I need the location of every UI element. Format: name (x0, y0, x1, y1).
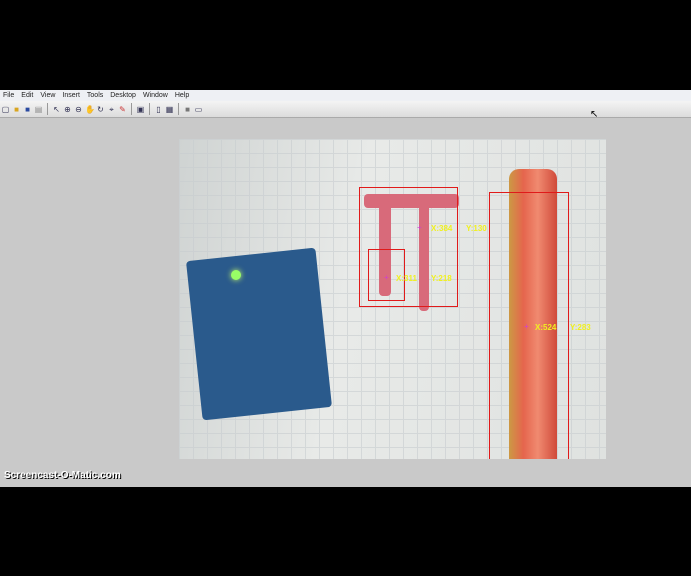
divider (131, 103, 132, 115)
print-icon[interactable]: ▤ (34, 105, 43, 114)
zoom-out-icon[interactable]: ⊖ (74, 105, 83, 114)
menu-insert[interactable]: Insert (59, 90, 84, 101)
rotate-icon[interactable]: ↻ (96, 105, 105, 114)
camera-frame: + X:384 Y:130 + X:311 Y:218 + X:524 Y:28… (179, 139, 606, 459)
x-coordinate: X:384 (431, 224, 453, 233)
menu-help[interactable]: Help (172, 90, 193, 101)
centroid-marker: + (524, 322, 529, 331)
hide-plot-tools-icon[interactable]: ■ (183, 105, 192, 114)
menu-bar: File Edit View Insert Tools Desktop Wind… (0, 90, 691, 101)
pointer-icon[interactable]: ↖ (52, 105, 61, 114)
x-coordinate: X:524 (535, 323, 557, 332)
y-coordinate: Y:283 (570, 323, 591, 332)
watermark: Screencast-O-Matic.com (4, 470, 121, 481)
open-icon[interactable]: ■ (12, 105, 21, 114)
x-coordinate: X:311 (396, 274, 417, 283)
save-icon[interactable]: ■ (23, 105, 32, 114)
brush-icon[interactable]: ✎ (118, 105, 127, 114)
new-icon[interactable]: ▢ (1, 105, 10, 114)
y-coordinate: Y:218 (431, 274, 452, 283)
menu-desktop[interactable]: Desktop (107, 90, 140, 101)
menu-file[interactable]: File (0, 90, 18, 101)
pan-icon[interactable]: ✋ (85, 105, 95, 114)
mouse-cursor-icon: ↖ (590, 109, 599, 120)
y-coordinate: Y:130 (466, 224, 487, 233)
arduino-board (185, 247, 333, 421)
toolbar: ▢ ■ ■ ▤ ↖ ⊕ ⊖ ✋ ↻ ⌖ ✎ ▣ ▯ ▦ ■ ▭ (0, 101, 691, 118)
menu-window[interactable]: Window (140, 90, 172, 101)
divider (149, 103, 150, 115)
divider (47, 103, 48, 115)
centroid-marker: + (417, 223, 422, 232)
link-plot-icon[interactable]: ▣ (136, 105, 145, 114)
menu-tools[interactable]: Tools (84, 90, 107, 101)
divider (178, 103, 179, 115)
data-cursor-icon[interactable]: ⌖ (107, 105, 116, 114)
colorbar-icon[interactable]: ▯ (154, 105, 163, 114)
zoom-in-icon[interactable]: ⊕ (63, 105, 72, 114)
menu-edit[interactable]: Edit (18, 90, 37, 101)
centroid-marker: + (384, 273, 389, 282)
menu-view[interactable]: View (37, 90, 59, 101)
figure-window: File Edit View Insert Tools Desktop Wind… (0, 90, 691, 487)
show-plot-tools-icon[interactable]: ▭ (194, 105, 203, 114)
led-light (231, 270, 241, 280)
detection-box (489, 192, 569, 459)
legend-icon[interactable]: ▦ (165, 105, 174, 114)
